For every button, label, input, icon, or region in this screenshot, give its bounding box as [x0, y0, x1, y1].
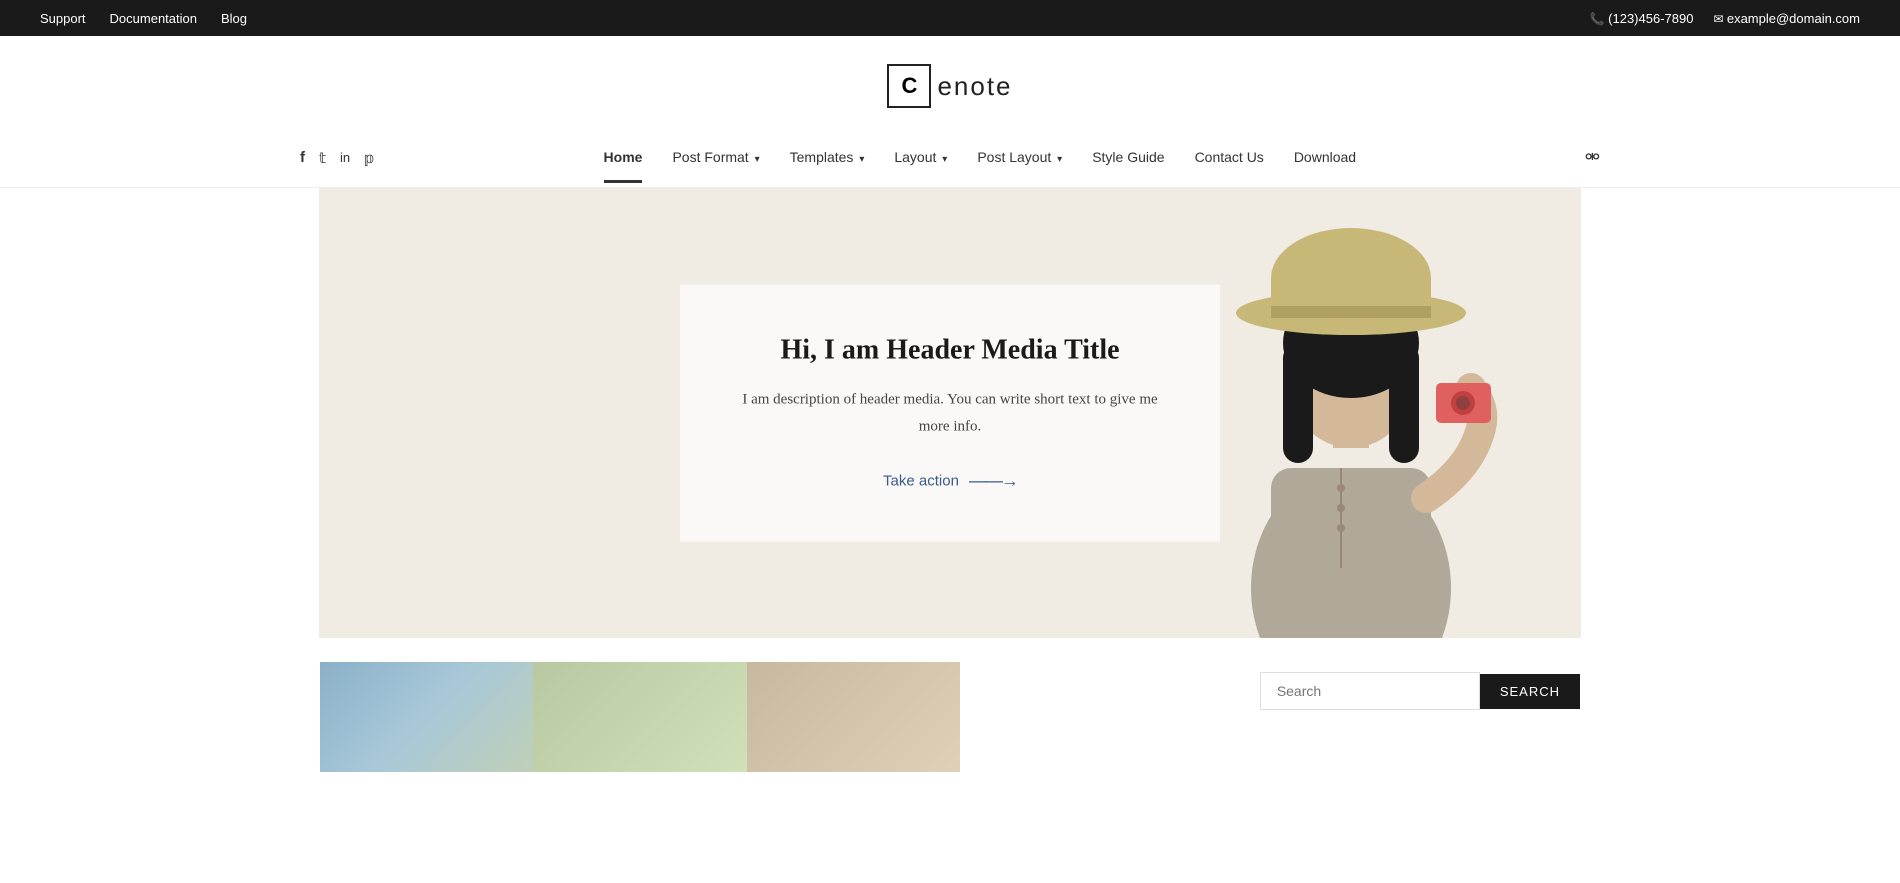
logo-area: C enote: [0, 36, 1900, 128]
logo[interactable]: C enote: [887, 64, 1012, 108]
take-action-button[interactable]: Take action ——→: [740, 471, 1160, 492]
nav-item-layout[interactable]: Layout ▾: [894, 133, 947, 183]
nav-link-layout[interactable]: Layout ▾: [894, 149, 947, 165]
documentation-link[interactable]: Documentation: [110, 11, 197, 26]
email-icon: [1713, 11, 1726, 26]
search-button[interactable]: SEARCH: [1480, 674, 1580, 709]
nav-item-templates[interactable]: Templates ▾: [790, 133, 865, 183]
nav-link-post-layout[interactable]: Post Layout ▾: [977, 149, 1062, 165]
cta-arrow-icon: ——→: [969, 471, 1017, 492]
hero-description: I am description of header media. You ca…: [740, 387, 1160, 441]
hero-content-box: Hi, I am Header Media Title I am descrip…: [680, 285, 1220, 542]
pinterest-icon[interactable]: 𝕡: [364, 149, 375, 167]
bottom-image-3: [747, 662, 960, 772]
nav-item-contact-us[interactable]: Contact Us: [1195, 133, 1264, 183]
bottom-section: SEARCH: [0, 638, 1900, 772]
support-link[interactable]: Support: [40, 11, 86, 26]
linkedin-icon[interactable]: in: [340, 150, 350, 165]
bottom-images: [320, 662, 960, 772]
nav-link-templates[interactable]: Templates ▾: [790, 149, 865, 165]
top-bar-links: Support Documentation Blog: [40, 11, 247, 26]
top-bar-contact: (123)456-7890 example@domain.com: [1590, 11, 1860, 26]
phone-icon: [1590, 11, 1608, 26]
phone-number: (123)456-7890: [1590, 11, 1694, 26]
nav-item-post-layout[interactable]: Post Layout ▾: [977, 133, 1062, 183]
nav-item-download[interactable]: Download: [1294, 133, 1356, 183]
logo-letter: C: [887, 64, 931, 108]
search-icon[interactable]: ⚮: [1585, 147, 1600, 168]
facebook-icon[interactable]: f: [300, 149, 305, 166]
email-address: example@domain.com: [1713, 11, 1860, 26]
nav-item-style-guide[interactable]: Style Guide: [1092, 133, 1164, 183]
nav-links: Home Post Format ▾ Templates ▾ Layout ▾ …: [604, 133, 1357, 183]
chevron-down-icon: ▾: [859, 154, 864, 165]
search-input[interactable]: [1260, 672, 1480, 710]
twitter-icon[interactable]: 𝕥: [319, 149, 326, 167]
navigation: f 𝕥 in 𝕡 Home Post Format ▾ Templates ▾ …: [0, 128, 1900, 188]
hero-title: Hi, I am Header Media Title: [740, 335, 1160, 367]
search-bar-area: SEARCH: [1260, 672, 1580, 710]
nav-link-download[interactable]: Download: [1294, 149, 1356, 165]
nav-item-home[interactable]: Home: [604, 133, 643, 183]
bottom-image-1: [320, 662, 533, 772]
nav-link-home[interactable]: Home: [604, 149, 643, 165]
social-icons: f 𝕥 in 𝕡: [300, 149, 375, 167]
nav-item-post-format[interactable]: Post Format ▾: [672, 133, 759, 183]
blog-link[interactable]: Blog: [221, 11, 247, 26]
nav-link-post-format[interactable]: Post Format ▾: [672, 149, 759, 165]
hero-section: Hi, I am Header Media Title I am descrip…: [319, 188, 1581, 638]
cta-label: Take action: [883, 473, 959, 490]
logo-name: enote: [937, 71, 1012, 102]
chevron-down-icon: ▾: [942, 154, 947, 165]
chevron-down-icon: ▾: [755, 154, 760, 165]
top-bar: Support Documentation Blog (123)456-7890…: [0, 0, 1900, 36]
bottom-image-2: [533, 662, 746, 772]
nav-link-style-guide[interactable]: Style Guide: [1092, 149, 1164, 165]
chevron-down-icon: ▾: [1057, 154, 1062, 165]
nav-link-contact-us[interactable]: Contact Us: [1195, 149, 1264, 165]
